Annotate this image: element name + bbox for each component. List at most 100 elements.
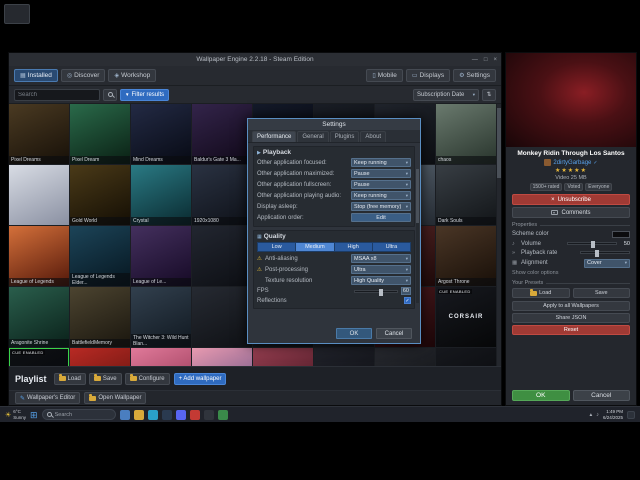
wallpaper-editor-button[interactable]: ✎ Wallpaper's Editor: [15, 392, 81, 404]
fps-slider[interactable]: [353, 288, 398, 296]
star-rating[interactable]: ★★★★★: [506, 167, 636, 174]
wallpaper-tile[interactable]: [192, 348, 252, 366]
toolbar-right-button[interactable]: ▯ Mobile: [366, 69, 403, 82]
wallpaper-tile[interactable]: [70, 348, 130, 366]
wallpaper-tile[interactable]: [192, 287, 252, 347]
nav-tab[interactable]: ◎ Discover: [60, 69, 106, 82]
alignment-dropdown[interactable]: Cover ▾: [584, 258, 630, 268]
playlist-button[interactable]: Load: [53, 372, 86, 385]
wallpaper-tile[interactable]: CORSAIR Collection: [436, 348, 496, 366]
unsubscribe-button[interactable]: × Unsubscribe: [512, 194, 630, 205]
tray-chevron-icon[interactable]: ▴: [589, 412, 592, 418]
preset-load-button[interactable]: Load: [512, 288, 570, 298]
setting-dropdown[interactable]: MSAA x8 ▾: [351, 254, 411, 263]
wallpaper-tile[interactable]: League of Le...: [131, 226, 191, 286]
taskbar-search[interactable]: Search: [41, 409, 116, 420]
show-color-options-link[interactable]: Show color options: [506, 269, 636, 277]
wallpaper-tile[interactable]: Crystal: [131, 165, 191, 225]
taskbar-icon-discord[interactable]: [175, 409, 186, 420]
taskbar-clock[interactable]: 1:49 PM 6/24/2025: [603, 409, 623, 420]
setting-dropdown[interactable]: Pause ▾: [351, 180, 411, 189]
wallpaper-tile[interactable]: League of Legends Elder...: [70, 226, 130, 286]
wallpaper-tile[interactable]: [375, 348, 435, 366]
nav-tab[interactable]: ▦ Installed: [14, 69, 58, 82]
open-wallpaper-button[interactable]: Open Wallpaper: [84, 392, 147, 404]
wallpaper-tile[interactable]: CUE ENABLED: [9, 348, 69, 366]
edit-order-button[interactable]: Edit: [351, 213, 411, 222]
setting-dropdown[interactable]: Stop (free memory) ▾: [351, 202, 411, 211]
weather-widget[interactable]: ☀ 6°C Sunny: [5, 409, 26, 420]
quality-preset-button[interactable]: Ultra: [372, 243, 410, 251]
taskbar-icon-task-view[interactable]: [119, 409, 130, 420]
wallpaper-tile[interactable]: 1920x1080: [192, 165, 252, 225]
taskbar-icon-steam[interactable]: [161, 409, 172, 420]
wallpaper-tile[interactable]: [314, 348, 374, 366]
author-name[interactable]: 2dirtyGarbage: [553, 160, 591, 166]
filter-results-button[interactable]: ▼ Filter results: [120, 88, 170, 101]
dialog-scrollbar[interactable]: [416, 169, 419, 303]
nav-tab[interactable]: ◈ Workshop: [108, 69, 157, 82]
slider-thumb[interactable]: [379, 288, 384, 296]
share-json-button[interactable]: Share JSON: [512, 313, 630, 323]
taskbar-icon-file-explorer[interactable]: [133, 409, 144, 420]
quality-preset-button[interactable]: Medium: [296, 243, 335, 251]
settings-tab[interactable]: Plugins: [329, 131, 360, 142]
playlist-button[interactable]: Configure: [124, 372, 170, 385]
minimize-button[interactable]: —: [472, 57, 478, 63]
taskbar-icon-obs[interactable]: [203, 409, 214, 420]
wallpaper-tile[interactable]: Mind Dreams: [131, 104, 191, 164]
setting-dropdown[interactable]: High Quality ▾: [351, 276, 411, 285]
search-input[interactable]: [14, 88, 100, 101]
wallpaper-tile[interactable]: Gold World: [70, 165, 130, 225]
sort-direction-button[interactable]: ⇅: [482, 88, 496, 101]
wallpaper-tile[interactable]: League of Legends: [9, 226, 69, 286]
wallpaper-tile[interactable]: BattlefieldMemory: [70, 287, 130, 347]
volume-slider[interactable]: [567, 241, 617, 248]
close-button[interactable]: ×: [493, 57, 497, 63]
wallpaper-tile[interactable]: [192, 226, 252, 286]
preset-save-button[interactable]: Save: [572, 288, 630, 298]
dialog-ok-button[interactable]: OK: [336, 328, 372, 339]
add-wallpaper-button[interactable]: + Add wallpaper: [173, 372, 227, 385]
settings-tab[interactable]: Performance: [252, 131, 297, 142]
playlist-button[interactable]: Save: [88, 372, 122, 385]
grid-scrollbar[interactable]: [497, 104, 501, 366]
sort-dropdown[interactable]: Subscription Date ▾: [413, 88, 479, 101]
comments-button[interactable]: Comments: [512, 207, 630, 218]
wallpaper-tile[interactable]: [9, 165, 69, 225]
wallpaper-tile[interactable]: Dark Souls: [436, 165, 496, 225]
panel-cancel-button[interactable]: Cancel: [572, 390, 630, 401]
setting-dropdown[interactable]: Keep running ▾: [351, 191, 411, 200]
taskbar-icon-browser[interactable]: [217, 409, 228, 420]
wallpaper-tile[interactable]: Aragonite Shrine: [9, 287, 69, 347]
notification-icon[interactable]: [627, 410, 635, 419]
wallpaper-tile[interactable]: Argost Throne: [436, 226, 496, 286]
search-button[interactable]: [103, 88, 117, 101]
setting-dropdown[interactable]: Ultra ▾: [351, 265, 411, 274]
wallpaper-tile[interactable]: [253, 348, 313, 366]
toolbar-right-button[interactable]: ⚙ Settings: [453, 69, 496, 82]
wallpaper-tile[interactable]: [131, 348, 191, 366]
wallpaper-tile[interactable]: The Witcher 3: Wild Hunt Blan...: [131, 287, 191, 347]
apply-all-button[interactable]: Apply to all Wallpapers: [512, 301, 630, 311]
quality-preset-button[interactable]: High: [334, 243, 373, 251]
wallpaper-tile[interactable]: CUE ENABLED CORSAIR: [436, 287, 496, 347]
start-button[interactable]: ⊞: [30, 410, 38, 420]
wallpaper-tile[interactable]: chaos: [436, 104, 496, 164]
panel-ok-button[interactable]: OK: [512, 390, 570, 401]
reflections-checkbox[interactable]: ✓: [404, 297, 411, 304]
maximize-button[interactable]: □: [484, 57, 488, 63]
playback-rate-slider[interactable]: [580, 250, 630, 257]
taskbar-icon-edge[interactable]: [147, 409, 158, 420]
taskbar-icon-wallpaper-engine[interactable]: [189, 409, 200, 420]
toolbar-right-button[interactable]: ▭ Displays: [405, 69, 451, 82]
setting-dropdown[interactable]: Pause ▾: [351, 169, 411, 178]
quality-preset-button[interactable]: Low: [258, 243, 297, 251]
settings-tab[interactable]: About: [360, 131, 387, 142]
wallpaper-tile[interactable]: Pixel Dream: [70, 104, 130, 164]
wallpaper-tile[interactable]: Baldur's Gate 3 Ma...: [192, 104, 252, 164]
wallpaper-tile[interactable]: Pixel Dreams: [9, 104, 69, 164]
scheme-color-swatch[interactable]: [612, 230, 630, 238]
dialog-cancel-button[interactable]: Cancel: [376, 328, 412, 339]
tray-volume-icon[interactable]: ♪: [596, 412, 599, 418]
